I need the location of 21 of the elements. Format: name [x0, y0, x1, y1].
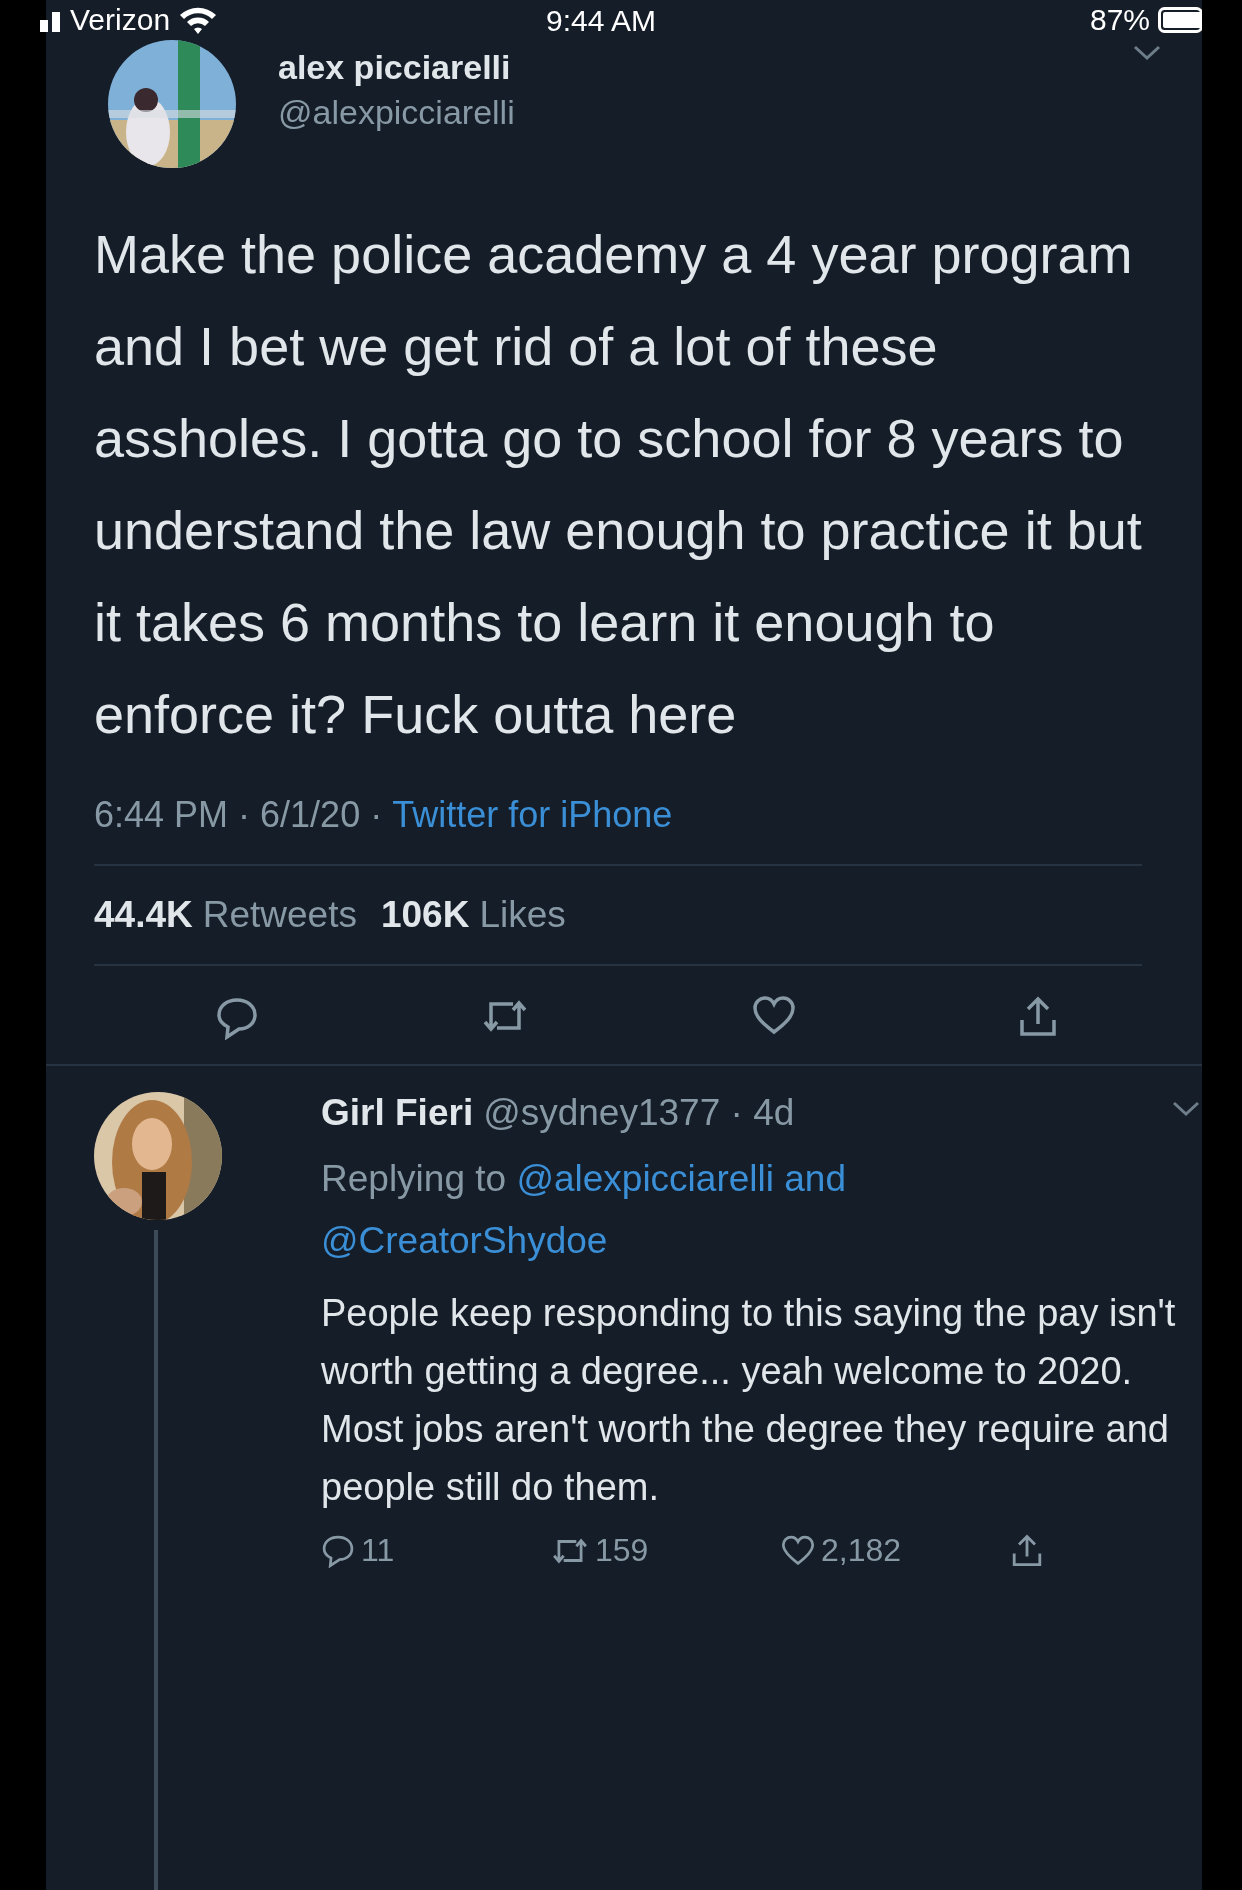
replying-to-line: Replying to @alexpicciarelli and @CreatorShydoe [321, 1157, 847, 1263]
tweet-text: Make the police academy a 4 year program and I bet we get rid of a lot of these assholes. I gotta go to school for 8 years to understand the law enough to practice it but it takes 6 months to learn it enough to enforce it? Fuck outta here [94, 223, 1143, 746]
action-count: 2,182 [821, 1532, 902, 1569]
action-count: 159 [595, 1532, 649, 1569]
battery-percent: 87% [1089, 3, 1150, 37]
author-name: alex picciarelli [278, 48, 512, 87]
carrier-name: Verizon [70, 3, 171, 37]
action-count: 11 [361, 1532, 395, 1569]
source-link[interactable]: Twitter for iPhone [392, 794, 673, 836]
tweet-timestamp: 6:44 PM · 6/1/20 · [94, 794, 383, 836]
stat-label[interactable]: Retweets [202, 894, 357, 936]
stat-count: 44.4K [94, 894, 193, 936]
stat-count: 106K [380, 894, 470, 936]
clock-time: 9:44 AM [546, 4, 657, 38]
reply-text: People keep responding to this saying the pay isn't worth getting a degree... yeah welcome to 2020. Most jobs aren't worth the degree they require and people still do them. [321, 1291, 1177, 1510]
author-handle: @alexpicciarelli [278, 93, 515, 132]
reply-author-name: Girl Fieri [321, 1092, 474, 1134]
stat-label[interactable]: Likes [479, 894, 566, 936]
reply-handle-time: @sydney1377 · 4d [483, 1092, 795, 1134]
mention-link[interactable]: @CreatorShydoe [321, 1220, 608, 1261]
mention-link[interactable]: @alexpicciarelli [516, 1158, 774, 1199]
